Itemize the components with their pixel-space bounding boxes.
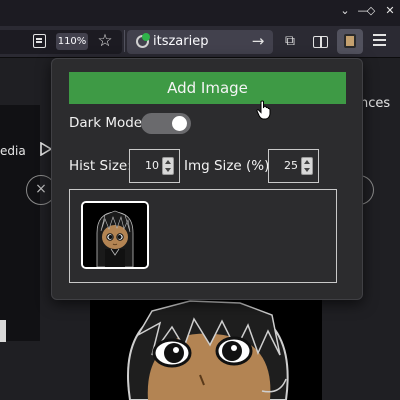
img-size-value: 25	[284, 159, 298, 172]
title-bar: ⌄ — ◇ ✕	[0, 0, 400, 26]
image-history-box	[69, 189, 337, 283]
extensions-puzzle-icon[interactable]: ⧉	[282, 32, 298, 50]
hist-size-stepper[interactable]	[162, 157, 174, 175]
hist-size-input[interactable]: 10	[129, 149, 180, 183]
restore-icon[interactable]: ◇	[362, 2, 380, 20]
hand-cursor-icon	[256, 100, 271, 120]
page-left-panel	[0, 105, 40, 341]
chevron-down-icon[interactable]: ⌄	[336, 2, 354, 20]
dark-mode-label: Dark Mode:	[69, 115, 147, 131]
page-left-marker	[0, 320, 6, 342]
add-image-button[interactable]: Add Image	[69, 72, 346, 104]
img-size-stepper[interactable]	[301, 157, 313, 175]
page-preferences-text: nces	[360, 96, 391, 111]
bookmark-star-icon[interactable]: ☆	[95, 30, 115, 52]
close-icon[interactable]: ✕	[381, 2, 399, 20]
hamburger-menu-icon[interactable]	[373, 34, 386, 46]
extension-popup: Add Image Dark Mode: Hist Size: 10 Img S…	[51, 58, 363, 300]
extension-image-icon	[344, 34, 356, 48]
arrow-right-icon[interactable]: →	[250, 31, 266, 51]
page-character-art	[90, 295, 322, 400]
zoom-level-badge[interactable]: 110%	[56, 33, 88, 50]
favicon-status-dot	[142, 33, 150, 41]
reader-view-icon[interactable]	[33, 34, 46, 48]
history-thumbnail[interactable]	[81, 201, 149, 269]
hist-size-value: 10	[145, 159, 159, 172]
img-size-label: Img Size (%):	[184, 158, 274, 174]
dark-mode-toggle[interactable]	[141, 113, 191, 134]
hist-size-label: Hist Size:	[69, 158, 132, 174]
tab-title[interactable]: itszariep	[153, 33, 208, 50]
character-thumbnail-image	[83, 203, 147, 267]
sidebar-toggle-icon[interactable]	[313, 36, 328, 48]
img-size-input[interactable]: 25	[268, 149, 319, 183]
toggle-knob	[172, 116, 187, 131]
page-media-text: edia	[0, 144, 26, 158]
toolbar-separator	[124, 30, 125, 52]
